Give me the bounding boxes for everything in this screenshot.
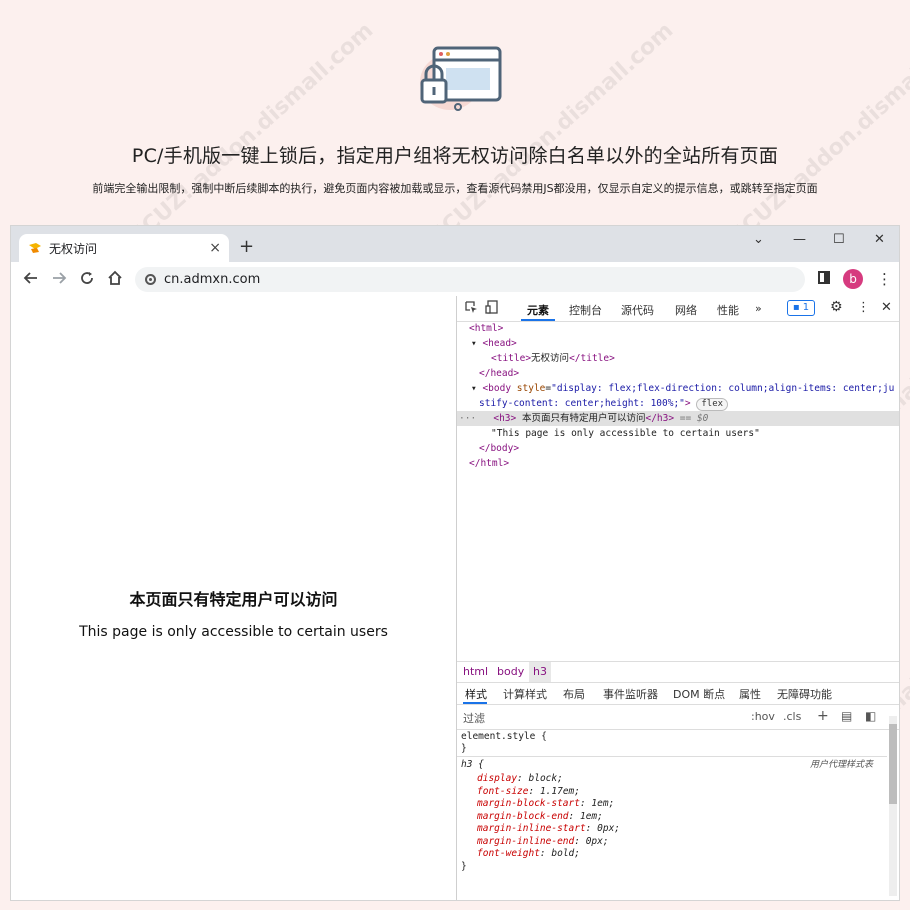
new-tab-button[interactable]: +	[239, 236, 254, 257]
filter-input[interactable]: 过滤	[463, 710, 485, 726]
tab-computed[interactable]: 计算样式	[503, 686, 547, 702]
devtools-menu-icon[interactable]: ⋮	[857, 300, 870, 315]
dom-node-head[interactable]: ▾ <head>	[471, 336, 517, 351]
hero-title: PC/手机版一键上锁后，指定用户组将无权访问除白名单以外的全站所有页面	[131, 145, 779, 167]
css-declaration[interactable]: margin-block-end: 1em;	[477, 811, 603, 824]
tab-dom-breakpoints[interactable]: DOM 断点	[673, 686, 725, 702]
side-panel-icon[interactable]	[818, 271, 830, 284]
browser-window: 无权访问 × + ⌄ — ☐ ✕ cn.admxn.com b ⋮ 本页面只有特…	[10, 225, 900, 901]
device-toolbar-icon[interactable]	[485, 300, 498, 314]
tab-bar: 无权访问 × + ⌄ — ☐ ✕	[11, 226, 899, 262]
forward-arrow-icon[interactable]	[51, 270, 67, 286]
settings-gear-icon[interactable]: ⚙	[830, 299, 843, 315]
css-declaration[interactable]: font-weight: bold;	[477, 848, 580, 861]
tab-favicon-icon	[29, 243, 41, 253]
kebab-menu-icon[interactable]: ⋮	[877, 270, 892, 288]
browser-tab[interactable]: 无权访问 ×	[19, 234, 229, 262]
profile-avatar[interactable]: b	[843, 269, 863, 289]
rule-divider	[457, 756, 887, 757]
css-declaration[interactable]: font-size: 1.17em;	[477, 786, 580, 799]
reload-icon[interactable]	[79, 270, 95, 286]
dom-node-body-close[interactable]: </body>	[479, 441, 519, 456]
breadcrumb: html body h3	[457, 661, 899, 683]
h3-rule-close: }	[461, 860, 467, 872]
tab-sources[interactable]: 源代码	[621, 302, 654, 318]
flex-badge[interactable]: flex	[696, 398, 729, 411]
tab-console[interactable]: 控制台	[569, 302, 602, 318]
back-arrow-icon[interactable]	[23, 270, 39, 286]
tab-styles[interactable]: 样式	[465, 686, 487, 702]
issues-badge[interactable]: ▪ 1	[787, 300, 815, 316]
css-rules: element.style { } h3 { 用户代理样式表 display: …	[457, 729, 899, 900]
styles-filter: 过滤 :hov .cls + ▤ ◧	[457, 705, 899, 730]
css-declaration[interactable]: margin-block-start: 1em;	[477, 798, 614, 811]
close-devtools-icon[interactable]: ✕	[881, 300, 892, 315]
cls-toggle[interactable]: .cls	[783, 710, 801, 723]
address-bar[interactable]: cn.admxn.com	[135, 267, 805, 292]
dom-node-h3[interactable]: ··· <h3> 本页面只有特定用户可以访问</h3> == $0	[459, 411, 708, 426]
site-info-icon[interactable]	[145, 274, 156, 285]
crumb-h3[interactable]: h3	[529, 662, 551, 682]
more-tabs-button[interactable]: »	[755, 302, 762, 315]
maximize-button[interactable]: ☐	[833, 232, 845, 247]
element-style-close: }	[461, 743, 467, 754]
minimize-button[interactable]: —	[793, 232, 806, 247]
page-text: This page is only accessible to certain …	[79, 624, 388, 640]
inspect-icon[interactable]	[465, 301, 478, 314]
styles-tab-indicator	[463, 702, 487, 704]
tab-close-button[interactable]: ×	[209, 240, 221, 256]
dom-node-body-cont[interactable]: stify-content: center;height: 100%;"> fl…	[479, 396, 729, 411]
devtools-toolbar: 元素 控制台 源代码 网络 性能 » ▪ 1 ⚙ ⋮ ✕	[457, 296, 899, 322]
home-icon[interactable]	[107, 270, 123, 286]
dom-node-head-close[interactable]: </head>	[479, 366, 519, 381]
computed-styles-icon[interactable]: ▤	[841, 709, 852, 723]
tab-layout[interactable]: 布局	[563, 686, 585, 702]
user-agent-label: 用户代理样式表	[810, 760, 874, 770]
page-heading: 本页面只有特定用户可以访问	[129, 590, 338, 609]
styles-scroll-thumb[interactable]	[889, 724, 897, 804]
tab-title: 无权访问	[49, 241, 98, 256]
devtools-panel: 元素 控制台 源代码 网络 性能 » ▪ 1 ⚙ ⋮ ✕ <html> ▾ <h…	[456, 296, 899, 900]
hov-toggle[interactable]: :hov	[751, 710, 775, 723]
crumb-html[interactable]: html	[463, 662, 488, 682]
tab-elements[interactable]: 元素	[527, 302, 549, 318]
tab-performance[interactable]: 性能	[717, 302, 739, 318]
issues-count: 1	[802, 302, 810, 313]
tab-network[interactable]: 网络	[675, 302, 697, 318]
browser-toolbar: cn.admxn.com b ⋮	[11, 262, 899, 297]
dom-tree: <html> ▾ <head> <title>无权访问</title> </he…	[457, 321, 899, 661]
lock-browser-icon	[420, 46, 502, 111]
element-style-selector[interactable]: element.style {	[461, 731, 547, 744]
css-declaration[interactable]: margin-inline-end: 0px;	[477, 836, 609, 849]
tab-search-button[interactable]: ⌄	[753, 232, 764, 247]
css-declaration[interactable]: margin-inline-start: 0px;	[477, 823, 620, 836]
dom-node-html-close[interactable]: </html>	[469, 456, 509, 471]
tab-event-listeners[interactable]: 事件监听器	[603, 686, 658, 702]
sidebar-toggle-icon[interactable]: ◧	[865, 709, 876, 723]
crumb-body[interactable]: body	[497, 662, 524, 682]
css-declaration[interactable]: display: block;	[477, 773, 563, 786]
close-window-button[interactable]: ✕	[874, 232, 885, 247]
dom-node-html[interactable]: <html>	[469, 321, 503, 336]
url-text[interactable]: cn.admxn.com	[164, 272, 260, 287]
page-viewport: 本页面只有特定用户可以访问 This page is only accessib…	[11, 296, 456, 900]
h3-selector[interactable]: h3 {	[461, 759, 484, 772]
tab-properties[interactable]: 属性	[739, 686, 761, 702]
new-rule-button[interactable]: +	[817, 708, 829, 724]
dom-node-title[interactable]: <title>无权访问</title>	[491, 351, 615, 366]
hero-subtitle: 前端完全输出限制，强制中断后续脚本的执行，避免页面内容被加载或显示，查看源代码禁…	[92, 182, 818, 195]
dom-node-text[interactable]: "This page is only accessible to certain…	[491, 426, 760, 441]
tab-accessibility[interactable]: 无障碍功能	[777, 686, 832, 702]
styles-tabbar: 样式 计算样式 布局 事件监听器 DOM 断点 属性 无障碍功能	[457, 682, 899, 705]
dom-node-body[interactable]: ▾ <body style="display: flex;flex-direct…	[471, 381, 894, 396]
